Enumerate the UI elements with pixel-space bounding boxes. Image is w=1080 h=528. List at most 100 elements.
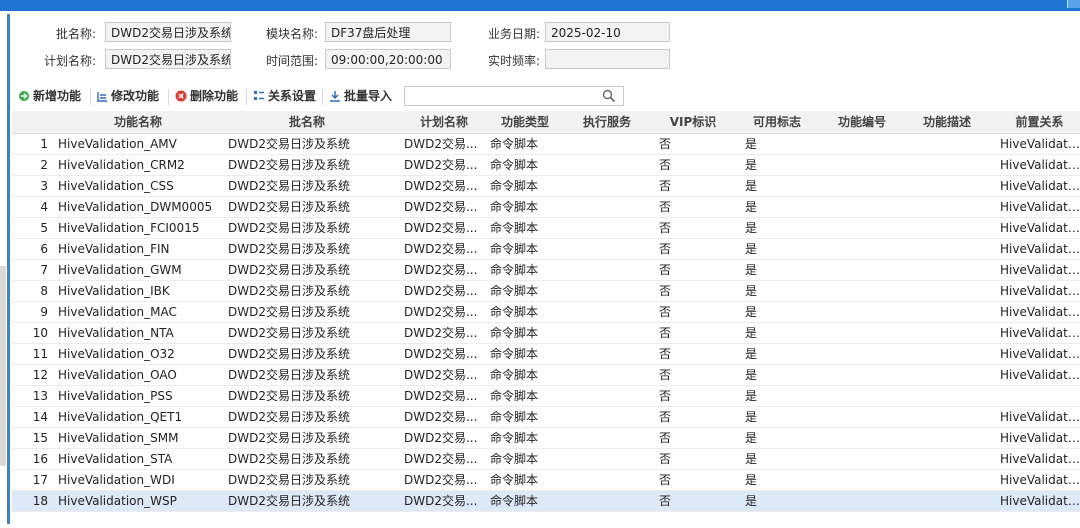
toolbar-divider bbox=[322, 89, 323, 105]
toolbar-divider bbox=[90, 89, 91, 105]
header-predecessor[interactable]: 前置关系 bbox=[1002, 111, 1077, 133]
function-desc-cell bbox=[909, 281, 989, 301]
delete-function-label: 删除功能 bbox=[190, 89, 239, 103]
table-row[interactable]: 1 HiveValidation_AMV DWD2交易日涉及系统 DWD2交易... 命… bbox=[12, 134, 1080, 155]
function-code-cell bbox=[824, 344, 904, 364]
table-row[interactable]: 7 HiveValidation_GWM DWD2交易日涉及系统 DWD2交易... 命… bbox=[12, 260, 1080, 281]
table-row[interactable]: 13 HiveValidation_PSS DWD2交易日涉及系统 DWD2交易...… bbox=[12, 386, 1080, 407]
predecessor-cell: HiveValidati... bbox=[1000, 221, 1080, 235]
table-row[interactable]: 4 HiveValidation_DWM0005 DWD2交易日涉及系统 DWD2交易… bbox=[12, 197, 1080, 218]
table-row[interactable]: 3 HiveValidation_CSS DWD2交易日涉及系统 DWD2交易... 命… bbox=[12, 176, 1080, 197]
batch-name-field[interactable]: DWD2交易日涉及系统 bbox=[105, 22, 231, 42]
exec-service-cell bbox=[572, 428, 652, 448]
function-type-cell: 命令脚本 bbox=[490, 179, 539, 193]
exec-service-cell bbox=[572, 344, 652, 364]
function-type-cell: 命令脚本 bbox=[490, 137, 539, 151]
function-code-cell bbox=[824, 176, 904, 196]
batch-import-label: 批量导入 bbox=[344, 89, 393, 103]
function-code-cell bbox=[824, 155, 904, 175]
table-row[interactable]: 17 HiveValidation_WDI DWD2交易日涉及系统 DWD2交易...… bbox=[12, 470, 1080, 491]
vip-flag-cell: 否 bbox=[659, 326, 672, 340]
plan-name-cell: DWD2交易... bbox=[404, 326, 478, 340]
predecessor-cell: HiveValidati... bbox=[1000, 347, 1080, 361]
relation-settings-button[interactable]: 关系设置 bbox=[253, 86, 316, 107]
table-row[interactable]: 16 HiveValidation_STA DWD2交易日涉及系统 DWD2交易...… bbox=[12, 449, 1080, 470]
table-row[interactable]: 8 HiveValidation_IBK DWD2交易日涉及系统 DWD2交易... 命… bbox=[12, 281, 1080, 302]
function-desc-cell bbox=[909, 323, 989, 343]
plan-name-cell: DWD2交易... bbox=[404, 410, 478, 424]
function-desc-cell bbox=[909, 302, 989, 322]
left-scrollbar-thumb[interactable] bbox=[0, 266, 6, 466]
function-name-cell: HiveValidation_O32 bbox=[58, 347, 175, 361]
function-name-cell: HiveValidation_IBK bbox=[58, 284, 170, 298]
edit-function-button[interactable]: 修改功能 bbox=[96, 86, 159, 107]
search-icon[interactable] bbox=[602, 89, 616, 106]
header-function-desc[interactable]: 功能描述 bbox=[912, 111, 982, 133]
enabled-flag-cell: 是 bbox=[745, 494, 758, 508]
function-desc-cell bbox=[909, 218, 989, 238]
enabled-flag-cell: 是 bbox=[745, 284, 758, 298]
business-date-field[interactable]: 2025-02-10 bbox=[545, 22, 670, 42]
function-type-cell: 命令脚本 bbox=[490, 200, 539, 214]
row-number-cell: 8 bbox=[40, 284, 48, 298]
table-row[interactable]: 11 HiveValidation_O32 DWD2交易日涉及系统 DWD2交易...… bbox=[12, 344, 1080, 365]
plan-name-cell: DWD2交易... bbox=[404, 200, 478, 214]
predecessor-cell: HiveValidati... bbox=[1000, 410, 1080, 424]
table-row[interactable]: 12 HiveValidation_OAO DWD2交易日涉及系统 DWD2交易...… bbox=[12, 365, 1080, 386]
enabled-flag-cell: 是 bbox=[745, 389, 758, 403]
realtime-frequency-field[interactable] bbox=[545, 49, 670, 69]
header-exec-service[interactable]: 执行服务 bbox=[572, 111, 642, 133]
table-row[interactable]: 9 HiveValidation_MAC DWD2交易日涉及系统 DWD2交易... 命… bbox=[12, 302, 1080, 323]
exec-service-cell bbox=[572, 239, 652, 259]
function-name-cell: HiveValidation_WDI bbox=[58, 473, 175, 487]
module-name-field[interactable]: DF37盘后处理 bbox=[325, 22, 451, 42]
header-vip-flag[interactable]: VIP标识 bbox=[658, 111, 728, 133]
predecessor-cell: HiveValidati... bbox=[1000, 137, 1080, 151]
function-code-cell bbox=[824, 239, 904, 259]
relation-settings-label: 关系设置 bbox=[268, 89, 317, 103]
search-input[interactable] bbox=[404, 86, 624, 106]
table-row[interactable]: 15 HiveValidation_SMM DWD2交易日涉及系统 DWD2交易...… bbox=[12, 428, 1080, 449]
row-number-cell: 12 bbox=[32, 368, 48, 382]
header-enabled-flag[interactable]: 可用标志 bbox=[742, 111, 812, 133]
window-control-button[interactable] bbox=[1067, 0, 1080, 8]
delete-function-button[interactable]: 删除功能 bbox=[175, 86, 238, 107]
function-table: 功能名称 批名称 计划名称 功能类型 执行服务 VIP标识 可用标志 功能编号 功能描述 前置关系… bbox=[12, 111, 1080, 528]
batch-import-button[interactable]: 批量导入 bbox=[329, 86, 392, 107]
table-row[interactable]: 10 HiveValidation_NTA DWD2交易日涉及系统 DWD2交易...… bbox=[12, 323, 1080, 344]
time-range-field[interactable]: 09:00:00,20:00:00 bbox=[325, 49, 451, 69]
function-code-cell bbox=[824, 449, 904, 469]
function-name-cell: HiveValidation_NTA bbox=[58, 326, 174, 340]
header-function-type[interactable]: 功能类型 bbox=[490, 111, 560, 133]
header-batch-name[interactable]: 批名称 bbox=[242, 111, 372, 133]
header-function-code[interactable]: 功能编号 bbox=[827, 111, 897, 133]
add-function-button[interactable]: 新增功能 bbox=[18, 86, 81, 107]
header-plan-name[interactable]: 计划名称 bbox=[404, 111, 484, 133]
vip-flag-cell: 否 bbox=[659, 221, 672, 235]
predecessor-cell: HiveValidati... bbox=[1000, 284, 1080, 298]
table-row[interactable]: 6 HiveValidation_FIN DWD2交易日涉及系统 DWD2交易... 命… bbox=[12, 239, 1080, 260]
plan-name-field[interactable]: DWD2交易日涉及系统 bbox=[105, 49, 231, 69]
predecessor-cell: HiveValidati... bbox=[1000, 179, 1080, 193]
predecessor-cell: HiveValidati... bbox=[1000, 305, 1080, 319]
plan-name-cell: DWD2交易... bbox=[404, 494, 478, 508]
enabled-flag-cell: 是 bbox=[745, 158, 758, 172]
predecessor-cell: HiveValidati... bbox=[1000, 473, 1080, 487]
function-desc-cell bbox=[909, 449, 989, 469]
table-row[interactable]: 5 HiveValidation_FCI0015 DWD2交易日涉及系统 DWD2交易… bbox=[12, 218, 1080, 239]
enabled-flag-cell: 是 bbox=[745, 347, 758, 361]
vip-flag-cell: 否 bbox=[659, 431, 672, 445]
row-number-cell: 9 bbox=[40, 305, 48, 319]
time-range-label: 时间范围: bbox=[265, 54, 318, 68]
exec-service-cell bbox=[572, 449, 652, 469]
batch-name-cell: DWD2交易日涉及系统 bbox=[228, 431, 350, 445]
table-row[interactable]: 2 HiveValidation_CRM2 DWD2交易日涉及系统 DWD2交易...… bbox=[12, 155, 1080, 176]
vip-flag-cell: 否 bbox=[659, 473, 672, 487]
function-type-cell: 命令脚本 bbox=[490, 368, 539, 382]
table-row[interactable]: 14 HiveValidation_QET1 DWD2交易日涉及系统 DWD2交易..… bbox=[12, 407, 1080, 428]
function-code-cell bbox=[824, 323, 904, 343]
row-number-cell: 2 bbox=[40, 158, 48, 172]
function-name-cell: HiveValidation_MAC bbox=[58, 305, 177, 319]
header-function-name[interactable]: 功能名称 bbox=[68, 111, 208, 133]
table-row[interactable]: 18 HiveValidation_WSP DWD2交易日涉及系统 DWD2交易...… bbox=[12, 491, 1080, 512]
